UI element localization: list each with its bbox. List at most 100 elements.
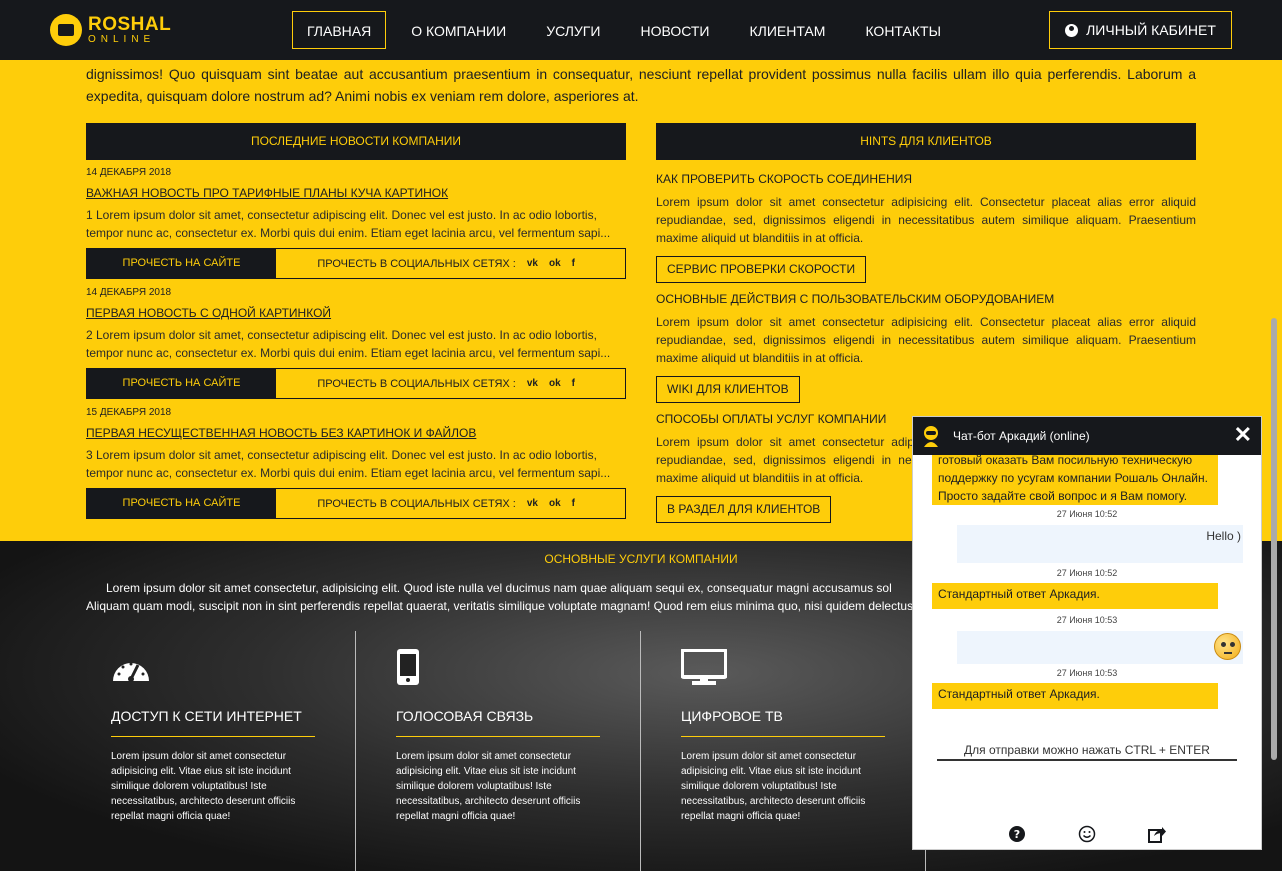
- ok-icon[interactable]: ok: [549, 498, 561, 509]
- user-message: Hello ): [957, 525, 1243, 563]
- news-excerpt-line: tempor nunc ac, consectetur ex. Morbi qu…: [86, 466, 611, 480]
- facebook-icon[interactable]: f: [572, 498, 575, 509]
- logo-title: ROSHAL: [88, 14, 172, 35]
- news-excerpt-line: tempor nunc ac, consectetur ex. Morbi qu…: [86, 226, 611, 240]
- nav-item-about[interactable]: О КОМПАНИИ: [396, 11, 521, 49]
- read-on-site-button[interactable]: ПРОЧЕСТЬ НА САЙТЕ: [87, 249, 276, 278]
- service-description: Lorem ipsum dolor sit amet consectetur a…: [681, 751, 866, 822]
- news-title-link[interactable]: ВАЖНАЯ НОВОСТЬ ПРО ТАРИФНЫЕ ПЛАНЫ КУЧА К…: [86, 186, 626, 200]
- facebook-icon[interactable]: f: [572, 258, 575, 269]
- main-nav: ГЛАВНАЯ О КОМПАНИИ УСЛУГИ НОВОСТИ КЛИЕНТ…: [292, 11, 966, 49]
- bot-message: Стандартный ответ Аркадия.: [932, 683, 1218, 709]
- hint-title: КАК ПРОВЕРИТЬ СКОРОСТЬ СОЕДИНЕНИЯ: [656, 172, 913, 186]
- service-description: Lorem ipsum dolor sit amet consectetur a…: [396, 751, 581, 822]
- bot-message: Стандартный ответ Аркадия.: [932, 583, 1218, 609]
- hint-item: КАК ПРОВЕРИТЬ СКОРОСТЬ СОЕДИНЕНИЯ Lorem …: [656, 172, 1196, 283]
- hint-item: ОСНОВНЫЕ ДЕЙСТВИЯ С ПОЛЬЗОВАТЕЛЬСКИМ ОБО…: [656, 292, 1196, 403]
- news-item: 14 ДЕКАБРЯ 2018 ВАЖНАЯ НОВОСТЬ ПРО ТАРИФ…: [86, 166, 626, 279]
- personal-account-label: ЛИЧНЫЙ КАБИНЕТ: [1086, 22, 1216, 38]
- nav-item-services[interactable]: УСЛУГИ: [531, 11, 615, 49]
- message-timestamp: 27 Июня 10:53: [1056, 668, 1118, 678]
- logo-subtitle: ONLINE: [88, 34, 156, 45]
- social-share-area: ПРОЧЕСТЬ В СОЦИАЛЬНЫХ СЕТЯХ : vk ok f: [276, 369, 625, 398]
- news-date: 14 ДЕКАБРЯ 2018: [86, 167, 172, 178]
- social-label: ПРОЧЕСТЬ В СОЦИАЛЬНЫХ СЕТЯХ :: [317, 497, 516, 510]
- news-actions: ПРОЧЕСТЬ НА САЙТЕ ПРОЧЕСТЬ В СОЦИАЛЬНЫХ …: [86, 248, 626, 279]
- personal-account-button[interactable]: ЛИЧНЫЙ КАБИНЕТ: [1049, 11, 1232, 49]
- chat-title: Чат-бот Аркадий (online): [953, 429, 1090, 443]
- monitor-icon: [680, 648, 728, 685]
- news-date: 14 ДЕКАБРЯ 2018: [86, 287, 172, 298]
- facebook-icon[interactable]: f: [572, 378, 575, 389]
- news-heading: ПОСЛЕДНИЕ НОВОСТИ КОМПАНИИ: [86, 123, 626, 160]
- news-actions: ПРОЧЕСТЬ НА САЙТЕ ПРОЧЕСТЬ В СОЦИАЛЬНЫХ …: [86, 488, 626, 519]
- social-label: ПРОЧЕСТЬ В СОЦИАЛЬНЫХ СЕТЯХ :: [317, 377, 516, 390]
- ok-icon[interactable]: ok: [549, 378, 561, 389]
- user-icon: [1065, 23, 1079, 37]
- speedometer-icon: [113, 662, 149, 682]
- chat-message-input[interactable]: Для отправки можно нажать CTRL + ENTER: [937, 739, 1237, 761]
- chat-header: Чат-бот Аркадий (online) ✕: [913, 417, 1261, 455]
- svg-text:?: ?: [1014, 828, 1020, 841]
- service-title: ЦИФРОВОЕ ТВ: [681, 708, 885, 737]
- news-excerpt-line: 3 Lorem ipsum dolor sit amet, consectetu…: [86, 448, 597, 462]
- message-timestamp: 27 Июня 10:52: [1056, 568, 1118, 578]
- service-card-tv: ЦИФРОВОЕ ТВ Lorem ipsum dolor sit amet c…: [680, 648, 885, 824]
- chat-footer: ?: [913, 825, 1261, 843]
- ok-icon[interactable]: ok: [549, 258, 561, 269]
- chat-widget: Чат-бот Аркадий (online) ✕ готовый оказа…: [912, 416, 1262, 850]
- news-item: 15 ДЕКАБРЯ 2018 ПЕРВАЯ НЕСУЩЕСТВЕННАЯ НО…: [86, 406, 626, 519]
- vk-icon[interactable]: vk: [527, 378, 538, 389]
- read-on-site-button[interactable]: ПРОЧЕСТЬ НА САЙТЕ: [87, 489, 276, 518]
- message-timestamp: 27 Июня 10:53: [1056, 615, 1118, 625]
- help-icon[interactable]: ?: [1008, 825, 1026, 843]
- chat-messages[interactable]: готовый оказать Вам посильную техническу…: [913, 455, 1261, 715]
- news-actions: ПРОЧЕСТЬ НА САЙТЕ ПРОЧЕСТЬ В СОЦИАЛЬНЫХ …: [86, 368, 626, 399]
- social-share-area: ПРОЧЕСТЬ В СОЦИАЛЬНЫХ СЕТЯХ : vk ok f: [276, 249, 625, 278]
- news-date: 15 ДЕКАБРЯ 2018: [86, 407, 172, 418]
- social-share-area: ПРОЧЕСТЬ В СОЦИАЛЬНЫХ СЕТЯХ : vk ok f: [276, 489, 625, 518]
- nav-item-clients[interactable]: КЛИЕНТАМ: [734, 11, 840, 49]
- bot-icon: [924, 426, 938, 447]
- read-on-site-button[interactable]: ПРОЧЕСТЬ НА САЙТЕ: [87, 369, 276, 398]
- speed-test-button[interactable]: СЕРВИС ПРОВЕРКИ СКОРОСТИ: [656, 256, 867, 283]
- vk-icon[interactable]: vk: [527, 498, 538, 509]
- logo-icon: [50, 14, 82, 46]
- nav-item-contacts[interactable]: КОНТАКТЫ: [850, 11, 956, 49]
- hint-title: ОСНОВНЫЕ ДЕЙСТВИЯ С ПОЛЬЗОВАТЕЛЬСКИМ ОБО…: [656, 292, 1055, 306]
- share-icon[interactable]: [1148, 825, 1166, 843]
- header-bar: ROSHAL ONLINE ГЛАВНАЯ О КОМПАНИИ УСЛУГИ …: [0, 0, 1282, 60]
- wiki-button[interactable]: WIKI ДЛЯ КЛИЕНТОВ: [656, 376, 800, 403]
- user-message: [957, 631, 1243, 664]
- service-description: Lorem ipsum dolor sit amet consectetur a…: [111, 751, 296, 822]
- service-title: ГОЛОСОВАЯ СВЯЗЬ: [396, 708, 600, 737]
- angry-emoji-icon: [1214, 633, 1241, 660]
- nav-item-home[interactable]: ГЛАВНАЯ: [292, 11, 387, 49]
- intro-paragraph: dignissimos! Quo quisquam sint beatae au…: [86, 66, 1196, 104]
- bot-message: готовый оказать Вам посильную техническу…: [932, 455, 1218, 505]
- news-excerpt-line: 1 Lorem ipsum dolor sit amet, consectetu…: [86, 208, 597, 222]
- logo[interactable]: ROSHAL ONLINE: [50, 14, 171, 46]
- news-excerpt-line: 2 Lorem ipsum dolor sit amet, consectetu…: [86, 328, 597, 342]
- hints-heading: HINTS ДЛЯ КЛИЕНТОВ: [656, 123, 1196, 160]
- social-label: ПРОЧЕСТЬ В СОЦИАЛЬНЫХ СЕТЯХ :: [317, 257, 516, 270]
- message-timestamp: 27 Июня 10:52: [1056, 509, 1118, 519]
- news-title-link[interactable]: ПЕРВАЯ НОВОСТЬ С ОДНОЙ КАРТИНКОЙ: [86, 306, 626, 320]
- nav-item-news[interactable]: НОВОСТИ: [625, 11, 724, 49]
- page-scrollbar[interactable]: [1271, 318, 1277, 760]
- service-title: ДОСТУП К СЕТИ ИНТЕРНЕТ: [111, 708, 315, 737]
- news-item: 14 ДЕКАБРЯ 2018 ПЕРВАЯ НОВОСТЬ С ОДНОЙ К…: [86, 286, 626, 399]
- service-card-internet: ДОСТУП К СЕТИ ИНТЕРНЕТ Lorem ipsum dolor…: [111, 649, 315, 824]
- column-divider: [355, 631, 356, 871]
- clients-section-button[interactable]: В РАЗДЕЛ ДЛЯ КЛИЕНТОВ: [656, 496, 832, 523]
- news-title-link[interactable]: ПЕРВАЯ НЕСУЩЕСТВЕННАЯ НОВОСТЬ БЕЗ КАРТИН…: [86, 426, 626, 440]
- service-card-voice: ГОЛОСОВАЯ СВЯЗЬ Lorem ipsum dolor sit am…: [396, 649, 600, 824]
- column-divider: [640, 631, 641, 871]
- hint-text: Lorem ipsum dolor sit amet consectetur a…: [656, 195, 1196, 245]
- phone-icon: [397, 649, 419, 685]
- close-icon[interactable]: ✕: [1234, 424, 1252, 446]
- smile-icon[interactable]: [1078, 825, 1096, 843]
- hint-text: Lorem ipsum dolor sit amet consectetur a…: [656, 315, 1196, 365]
- news-excerpt-line: tempor nunc ac, consectetur ex. Morbi qu…: [86, 346, 611, 360]
- vk-icon[interactable]: vk: [527, 258, 538, 269]
